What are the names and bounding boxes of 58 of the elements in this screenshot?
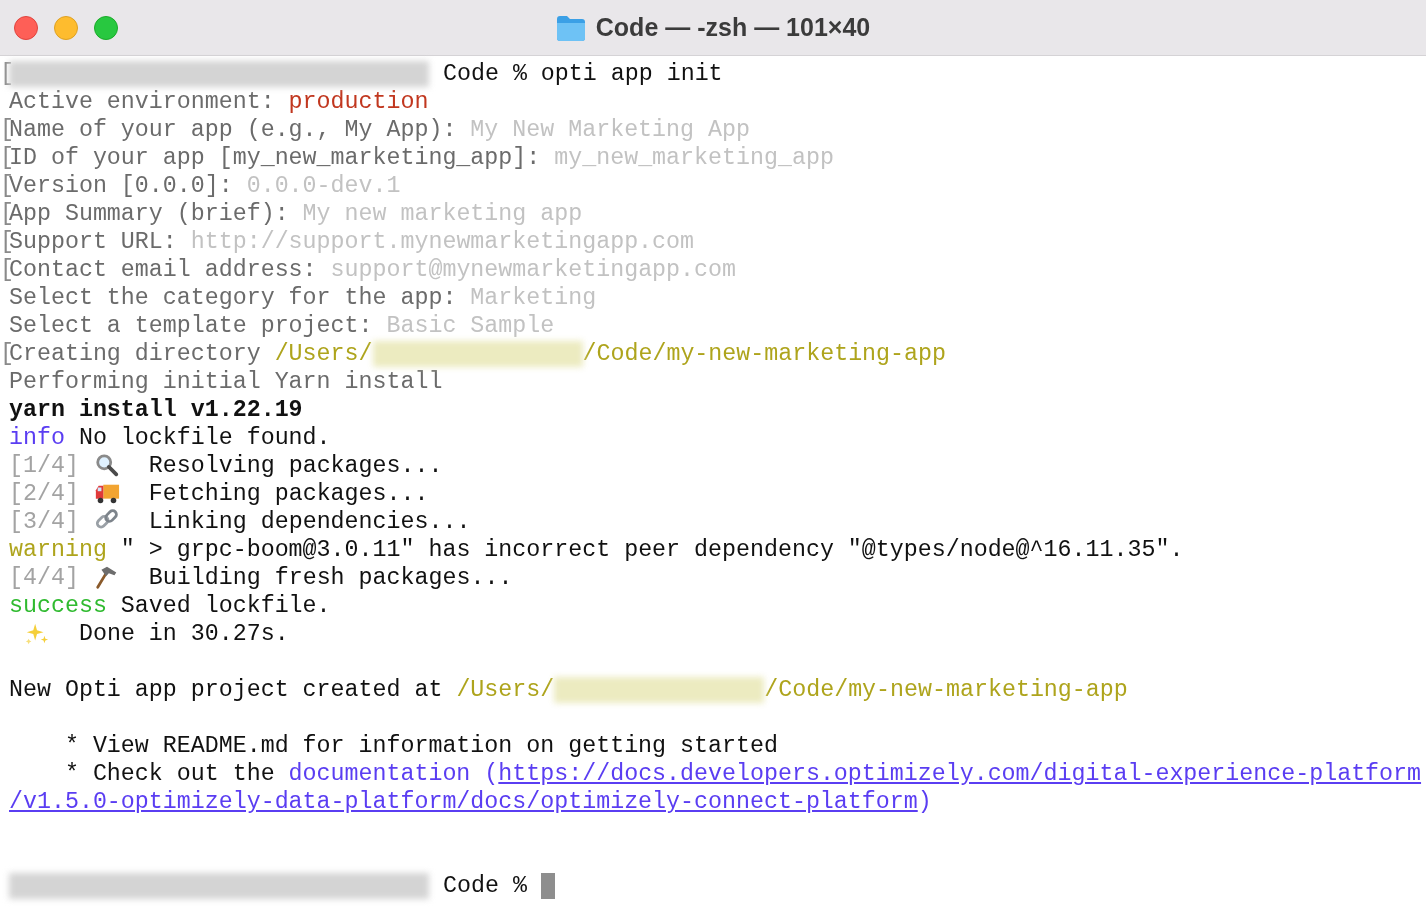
bracket-mark: [ <box>0 116 9 144</box>
output-text: Linking dependencies... <box>147 508 471 536</box>
documentation-link[interactable]: https://docs.developers.optimizely.com/digital-experience-platform <box>498 760 1422 788</box>
step-counter: [4/4] <box>9 564 79 592</box>
minimize-button[interactable] <box>54 16 78 40</box>
prompt-label: Creating directory <box>9 340 262 368</box>
output-text: * View README.md for information on getting started <box>63 732 778 760</box>
output-text: Code % opti app init <box>441 60 723 88</box>
bracket-mark: [ <box>0 172 9 200</box>
bracket-mark: [ <box>0 144 9 172</box>
answer-text: My new marketing app <box>302 200 583 228</box>
info-text: ) <box>917 788 932 816</box>
output-text: " > grpc-boom@3.0.11" has incorrect peer dependency "@types/node@^16.11.35". <box>119 536 1184 564</box>
info-text: info <box>9 424 65 452</box>
prompt-label: Active environment: <box>9 88 276 116</box>
output-text: New Opti app project created at <box>9 676 444 704</box>
output-text: No lockfile found. <box>77 424 331 452</box>
info-text: documentation ( <box>288 760 499 788</box>
warning-label: warning <box>9 536 107 564</box>
output-text: Saved lockfile. <box>119 592 331 620</box>
prompt-label: Select the category for the app: <box>9 284 458 312</box>
prompt-label: Select a template project: <box>9 312 374 340</box>
success-label: success <box>9 592 107 620</box>
magnifier-icon <box>93 453 120 479</box>
answer-text: my_new_marketing_app <box>554 144 834 172</box>
answer-text: support@mynewmarketingapp.com <box>330 256 736 284</box>
environment-value: production <box>288 88 429 116</box>
output-text: Code % <box>441 872 528 900</box>
step-counter: [1/4] <box>9 452 79 480</box>
answer-text: Basic Sample <box>386 312 555 340</box>
bracket-mark: [ <box>0 340 9 368</box>
output-text: Resolving packages... <box>147 452 443 480</box>
bracket-mark: [ <box>0 228 9 256</box>
output-text: Fetching packages... <box>147 480 429 508</box>
output-text: Done in 30.27s. <box>77 620 289 648</box>
answer-text: 0.0.0-dev.1 <box>246 172 401 200</box>
answer-text: My New Marketing App <box>470 116 750 144</box>
path-text: /Users/ <box>456 676 555 704</box>
bracket-mark: [ <box>0 60 9 88</box>
zoom-button[interactable] <box>94 16 118 40</box>
bracket-mark: [ <box>0 200 9 228</box>
close-button[interactable] <box>14 16 38 40</box>
step-counter: [2/4] <box>9 480 79 508</box>
answer-text: http://support.mynewmarketingapp.com <box>190 228 695 256</box>
window-title: Code — -zsh — 101×40 <box>595 11 871 43</box>
path-text: /Code/my-new-marketing-app <box>582 340 946 368</box>
path-text: /Code/my-new-marketing-app <box>764 676 1128 704</box>
path-text: /Users/ <box>274 340 373 368</box>
answer-text: Marketing <box>470 284 597 312</box>
heading-text: yarn install v1.22.19 <box>9 396 303 424</box>
step-counter: [3/4] <box>9 508 79 536</box>
documentation-link[interactable]: /v1.5.0-optimizely-data-platform/docs/optimizely-connect-platform <box>9 788 918 816</box>
prompt-label: Performing initial Yarn install <box>9 368 443 396</box>
output-text: * Check out the <box>63 760 276 788</box>
folder-icon <box>555 14 586 41</box>
bracket-mark: [ <box>0 256 9 284</box>
output-text: Building fresh packages... <box>147 564 513 592</box>
text-cursor <box>540 873 555 899</box>
